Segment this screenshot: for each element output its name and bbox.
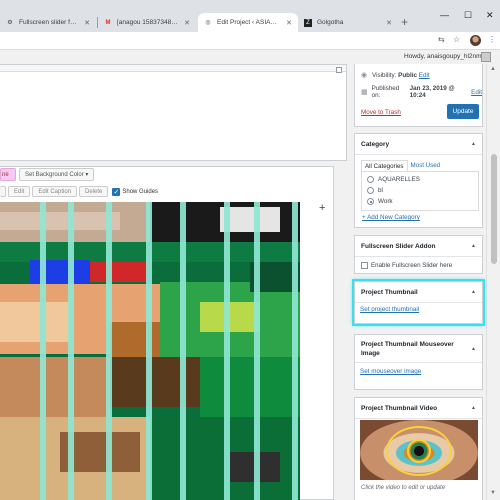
wordpress-icon: ⚙ — [7, 20, 13, 26]
move-to-trash-link[interactable]: Move to Trash — [361, 109, 401, 116]
howdy-greeting[interactable]: Howdy, anaisgoupy_hl2nmy — [404, 53, 485, 60]
visibility-edit-link[interactable]: Edit — [419, 72, 430, 79]
browser-tab[interactable]: Z Golgotha ✕ — [298, 13, 398, 32]
tab-label: Fullscreen slider for videos a — [19, 19, 78, 26]
video-preview[interactable] — [360, 420, 478, 480]
category-item[interactable]: bl — [367, 187, 383, 194]
scroll-up-icon[interactable]: ▲ — [490, 66, 496, 72]
gallery-toolbar: ne Set Background Color ▾ — [0, 168, 95, 181]
thumbnail-video-panel: Project Thumbnail Video ▲ Click the video… — [354, 397, 483, 500]
project-thumbnail-panel: Project Thumbnail ▲ Set project thumbnail — [352, 279, 485, 326]
collapse-caret-icon[interactable]: ▲ — [471, 405, 476, 411]
close-window-button[interactable]: ✕ — [486, 10, 494, 21]
published-edit-link[interactable]: Edit — [471, 89, 482, 96]
delete-button[interactable]: Delete — [79, 186, 109, 197]
edit-button[interactable]: Edit — [8, 186, 31, 197]
browser-tab-active[interactable]: ◎ Edit Project ‹ ASIAN — Word ✕ — [198, 13, 298, 32]
close-icon[interactable]: ✕ — [286, 19, 292, 27]
editor-status-bar — [0, 65, 346, 72]
editor-content-box — [0, 64, 347, 161]
browser-tab-strip: ⚙ Fullscreen slider for videos a ✕ M [an… — [0, 0, 500, 32]
image-actions: Edit Edit Caption Delete ✓ Show Guides — [0, 186, 158, 197]
tab-label: [anagou 158373489] Succes — [117, 19, 178, 26]
tab-label: Edit Project ‹ ASIAN — Word — [217, 19, 280, 26]
translate-icon[interactable]: ⇆ — [438, 35, 445, 44]
category-item[interactable]: Work — [367, 198, 393, 205]
edit-caption-button[interactable]: Edit Caption — [32, 186, 78, 197]
update-button[interactable]: Update — [447, 104, 479, 119]
scroll-down-icon[interactable]: ▼ — [490, 490, 496, 496]
minimize-button[interactable]: — — [440, 10, 449, 20]
project-thumbnail-header[interactable]: Project Thumbnail ▲ — [355, 282, 482, 303]
add-new-category-link[interactable]: + Add New Category — [362, 214, 420, 221]
user-avatar[interactable] — [481, 52, 491, 62]
radio-button[interactable] — [367, 198, 374, 205]
collapse-caret-icon[interactable]: ▲ — [471, 346, 476, 352]
mouseover-image-header[interactable]: Project Thumbnail Mouseover Image ▲ — [355, 335, 482, 363]
checkmark-icon: ✓ — [112, 187, 121, 196]
gmail-icon: M — [105, 19, 111, 26]
mouseover-image-panel: Project Thumbnail Mouseover Image ▲ Set m… — [354, 334, 483, 390]
scrollbar-thumb[interactable] — [491, 154, 497, 264]
category-item[interactable]: AQUARELLES — [367, 176, 420, 183]
close-icon[interactable]: ✕ — [386, 19, 392, 27]
prev-action[interactable] — [0, 186, 6, 197]
wordpress-icon: ◎ — [205, 20, 211, 26]
star-icon[interactable]: ☆ — [453, 35, 460, 44]
browser-tab[interactable]: M [anagou 158373489] Succes ✕ — [98, 13, 196, 32]
wp-admin-bar: Howdy, anaisgoupy_hl2nmy — [0, 50, 500, 64]
profile-avatar[interactable] — [470, 35, 481, 46]
fullscreen-slider-panel: Fullscreen Slider Addon ▲ Enable Fullscre… — [354, 235, 483, 274]
menu-icon[interactable]: ⋮ — [488, 35, 496, 44]
add-image-icon[interactable]: + — [319, 203, 325, 214]
new-tab-button[interactable]: + — [401, 15, 408, 29]
set-background-color-button[interactable]: Set Background Color ▾ — [19, 168, 95, 181]
calendar-icon: ▦ — [361, 89, 368, 96]
collapse-caret-icon[interactable]: ▲ — [471, 289, 476, 295]
publish-panel: ◉ Visibility: Public Edit ▦ Published on… — [354, 64, 483, 127]
set-mouseover-image-link[interactable]: Set mouseover image — [360, 368, 421, 375]
eye-icon: ◉ — [361, 72, 368, 79]
show-guides-label: Show Guides — [122, 188, 159, 195]
close-icon[interactable]: ✕ — [184, 19, 190, 27]
page-scrollbar[interactable]: ▲ ▼ — [486, 64, 500, 500]
collapse-caret-icon[interactable]: ▲ — [471, 243, 476, 249]
radio-button[interactable] — [367, 176, 374, 183]
show-guides-checkbox[interactable]: ✓ Show Guides — [112, 187, 159, 196]
radio-button[interactable] — [367, 187, 374, 194]
tab-label: Golgotha — [317, 19, 344, 26]
color-pill[interactable]: ne — [0, 168, 16, 181]
thumbnail-video-header[interactable]: Project Thumbnail Video ▲ — [355, 398, 482, 419]
gallery-image-preview[interactable] — [0, 202, 300, 500]
close-icon[interactable]: ✕ — [84, 19, 90, 27]
browser-tab[interactable]: ⚙ Fullscreen slider for videos a ✕ — [0, 13, 96, 32]
maximize-button[interactable]: ☐ — [464, 10, 472, 21]
resize-handle[interactable] — [336, 67, 342, 73]
set-project-thumbnail-link[interactable]: Set project thumbnail — [360, 306, 419, 313]
site-icon: Z — [304, 18, 312, 27]
video-caption: Click the video to edit or update — [361, 485, 446, 491]
enable-fullscreen-checkbox[interactable]: Enable Fullscreen Slider here — [361, 262, 452, 269]
category-list: AQUARELLES bl Work — [361, 171, 479, 211]
fullscreen-slider-header[interactable]: Fullscreen Slider Addon ▲ — [355, 236, 482, 257]
category-header[interactable]: Category ▲ — [355, 134, 482, 155]
browser-toolbar: ⇆ ☆ ⋮ — [0, 32, 500, 50]
collapse-caret-icon[interactable]: ▲ — [471, 141, 476, 147]
